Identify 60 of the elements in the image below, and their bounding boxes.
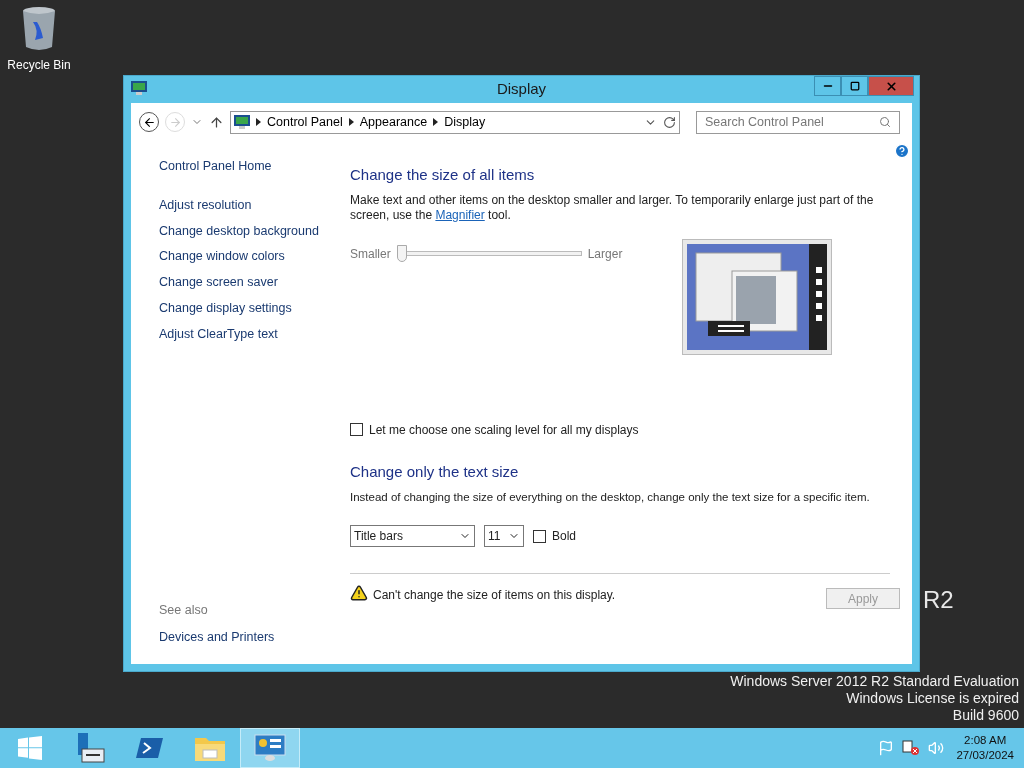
- trash-bin-icon[interactable]: [21, 6, 57, 52]
- close-icon: [884, 79, 898, 93]
- breadcrumb-arrow-icon: [256, 118, 261, 126]
- network-error-icon[interactable]: [902, 740, 921, 756]
- search-field[interactable]: Search Control Panel: [696, 110, 900, 134]
- help-icon[interactable]: [894, 143, 910, 159]
- taskbar-button[interactable]: [240, 728, 300, 768]
- checkbox[interactable]: [533, 529, 546, 543]
- magnifier-link[interactable]: Magnifier: [435, 207, 485, 222]
- breadcrumb-arrow-icon: [348, 118, 354, 126]
- checkbox-label: Bold: [552, 528, 577, 546]
- warning-icon: [350, 584, 368, 603]
- terminal-icon: [136, 736, 164, 760]
- slider-thumb[interactable]: [396, 245, 407, 262]
- intro-paragraph: Make text and other items on the desktop smaller and larger. To temporarily enlarge just part of the screen, use the Magnifier tool.: [350, 192, 875, 223]
- sidebar-link[interactable]: Control Panel Home: [159, 157, 350, 176]
- window-title: Display: [496, 79, 547, 100]
- refresh-icon[interactable]: [663, 115, 676, 129]
- sidebar-link[interactable]: Change display settings: [159, 298, 350, 318]
- sidebar-link[interactable]: Adjust resolution: [159, 195, 350, 215]
- description-text: Instead of changing the size of everything on the desktop, change only the text size for a specific item.: [350, 490, 871, 505]
- warning-text: Can't change the size of items on this display.: [373, 587, 616, 605]
- see-also-heading: See also: [159, 601, 209, 619]
- breadcrumb-item[interactable]: Control Panel: [267, 112, 343, 132]
- control-panel-icon: [254, 734, 286, 762]
- forward-arrow-icon: [168, 115, 182, 129]
- clock[interactable]: 2:08 AM 27/03/2024: [956, 733, 1014, 763]
- watermark-text: Windows License is expired: [846, 690, 1019, 707]
- windows-logo-icon: [18, 736, 42, 760]
- sidebar-link[interactable]: Change window colors: [159, 247, 350, 266]
- checkbox-label: Let me choose one scaling level for all my displays: [369, 421, 639, 439]
- monitor-icon: [131, 81, 147, 95]
- slider-min-label: Smaller: [350, 245, 391, 263]
- minimize-button[interactable]: [814, 76, 841, 96]
- brand-text: R2: [923, 585, 954, 615]
- desktop-icon-label[interactable]: Recycle Bin: [7, 56, 71, 74]
- breadcrumb-item[interactable]: Appearance: [359, 112, 428, 132]
- close-button[interactable]: [868, 76, 914, 96]
- checkbox[interactable]: [350, 423, 363, 436]
- sidebar-link[interactable]: Devices and Printers: [159, 628, 350, 647]
- breadcrumb-arrow-icon: [433, 118, 439, 126]
- monitor-icon: [234, 115, 250, 129]
- up-icon[interactable]: [209, 114, 224, 130]
- sidebar-link[interactable]: Change screen saver: [159, 273, 350, 292]
- slider-track[interactable]: [396, 245, 582, 262]
- watermark-text: Build 9600: [952, 707, 1019, 724]
- item-dropdown[interactable]: Title bars: [350, 525, 475, 548]
- slider-max-label: Larger: [587, 245, 623, 263]
- sidebar-link[interactable]: Change desktop background: [159, 221, 350, 241]
- size-dropdown[interactable]: 11: [484, 525, 524, 548]
- maximize-button[interactable]: [841, 76, 868, 96]
- back-arrow-icon: [142, 115, 156, 129]
- section-heading: Change the size of all items: [350, 165, 536, 185]
- address-bar[interactable]: Control Panel Appearance Display: [230, 110, 680, 134]
- breadcrumb-item[interactable]: Display: [444, 112, 486, 132]
- search-icon: [879, 116, 891, 128]
- watermark-text: Windows Server 2012 R2 Standard Evaluation: [730, 673, 1019, 690]
- maximize-icon: [849, 81, 860, 91]
- sidebar-link[interactable]: Adjust ClearType text: [159, 324, 350, 344]
- section-heading: Change only the text size: [350, 461, 520, 482]
